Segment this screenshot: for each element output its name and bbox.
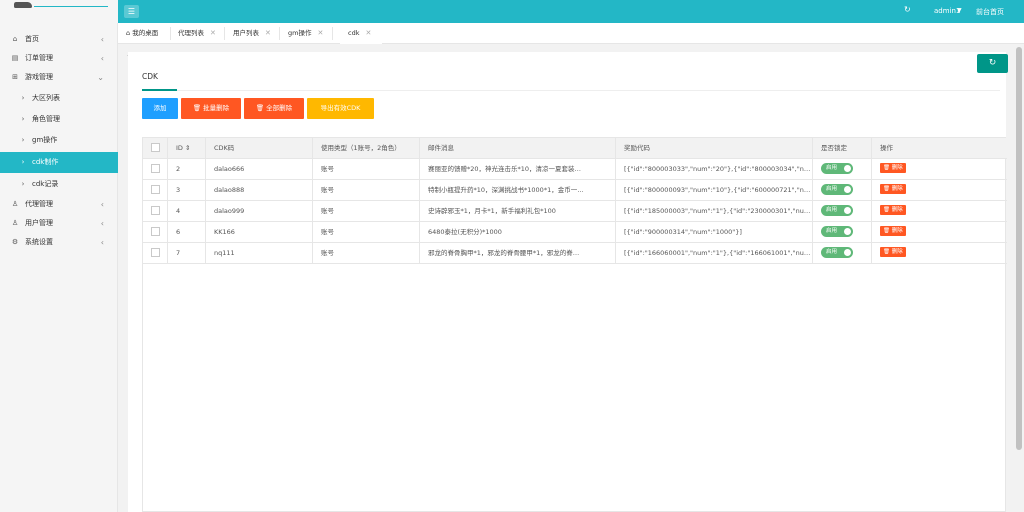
- sidebar-item-settings[interactable]: ⚙ 系统设置 ‹: [0, 232, 118, 253]
- row-checkbox[interactable]: [151, 247, 160, 257]
- top-header: ☰ ↻ admin1 ▼ 前台首页: [0, 0, 1024, 23]
- sidebar-item-regions[interactable]: › 大区列表: [0, 88, 118, 109]
- lock-toggle[interactable]: 启用: [821, 162, 853, 174]
- lock-toggle[interactable]: 启用: [821, 183, 853, 195]
- tab-user-list[interactable]: 用户列表 ✕: [233, 23, 271, 44]
- chevron-right-icon: ›: [21, 180, 25, 188]
- row-checkbox[interactable]: [151, 205, 160, 215]
- cdk-table: ID ⇕ CDK码 使用类型（1账号，2角色） 邮件消息 奖励代码 是否锁定 操…: [142, 137, 1007, 512]
- close-icon[interactable]: ✕: [365, 29, 371, 37]
- sidebar-item-users[interactable]: ♙ 用户管理 ‹: [0, 213, 118, 234]
- game-icon: ⊞: [12, 73, 18, 81]
- tab-desktop[interactable]: ⌂ 我的桌面: [126, 23, 158, 44]
- lock-toggle[interactable]: 启用: [821, 225, 853, 237]
- chevron-left-icon: ‹: [100, 200, 104, 209]
- refresh-button[interactable]: ↻: [977, 54, 1008, 73]
- chevron-right-icon: ›: [21, 115, 25, 123]
- sidebar-item-orders[interactable]: ▤ 订单管理 ‹: [0, 48, 118, 69]
- row-checkbox[interactable]: [151, 163, 160, 173]
- lock-toggle[interactable]: 启用: [821, 246, 853, 258]
- chevron-left-icon: ‹: [100, 238, 104, 247]
- table-header: ID ⇕ CDK码 使用类型（1账号，2角色） 邮件消息 奖励代码 是否锁定 操…: [143, 138, 1007, 159]
- table-row: 3 dalao888 账号 特制小瓶提升药*10，深渊挑战书*1000*1，金币…: [143, 180, 1007, 201]
- menu-icon[interactable]: ☰: [124, 5, 139, 18]
- sidebar-item-cdk-log[interactable]: › cdk记录: [0, 174, 118, 195]
- table-row: 6 KK166 账号 6480泰拉(无积分)*1000 [{"id":"9000…: [143, 222, 1007, 243]
- delete-button[interactable]: 🗑 删除: [880, 163, 906, 173]
- home-icon: ⌂: [12, 35, 18, 43]
- select-all-checkbox[interactable]: [151, 142, 160, 152]
- close-icon[interactable]: ✕: [210, 29, 216, 37]
- sidebar-item-cdk-make[interactable]: › cdk制作: [0, 152, 118, 173]
- trash-icon: 🗑: [192, 104, 204, 112]
- user-icon: ♙: [11, 219, 19, 227]
- close-icon[interactable]: ✕: [317, 29, 323, 37]
- chevron-right-icon: ›: [21, 94, 25, 102]
- table-row: 7 nq111 账号 邪龙的脊骨胸甲*1，邪龙的脊骨腰甲*1，邪龙的脊… [{"…: [143, 243, 1007, 264]
- refresh-icon[interactable]: ↻: [904, 5, 911, 14]
- cdk-panel: CDK 添加 🗑 批量删除 🗑 全部删除 导出有效CDK ID ⇕ CDK码 使…: [128, 52, 1007, 512]
- batch-delete-button[interactable]: 🗑 批量删除: [181, 98, 241, 119]
- chevron-left-icon: ‹: [100, 219, 104, 228]
- sidebar-item-gm[interactable]: › gm操作: [0, 130, 118, 151]
- row-checkbox[interactable]: [151, 226, 160, 236]
- order-icon: ▤: [11, 54, 19, 62]
- tab-cdk[interactable]: cdk ✕: [340, 23, 382, 44]
- export-cdk-button[interactable]: 导出有效CDK: [307, 98, 374, 119]
- table-row: 4 dalao999 账号 史诗辟邪玉*1，月卡*1，新手福利礼包*100 [{…: [143, 201, 1007, 222]
- car-logo-icon: [14, 2, 32, 8]
- add-button[interactable]: 添加: [142, 98, 178, 119]
- front-page-link[interactable]: 前台首页: [976, 7, 1004, 17]
- row-checkbox[interactable]: [151, 184, 160, 194]
- close-icon[interactable]: ✕: [265, 29, 271, 37]
- delete-button[interactable]: 🗑 删除: [880, 226, 906, 236]
- chevron-down-icon: ⌄: [97, 73, 104, 82]
- chevron-right-icon: ›: [21, 136, 25, 144]
- table-row: 2 dalao666 账号 赛丽亚的馈赠*20，神光连击乐*10，清凉一夏套装……: [143, 159, 1007, 180]
- tab-cdk-inner[interactable]: CDK: [142, 72, 158, 81]
- settings-icon: ⚙: [11, 238, 19, 246]
- delete-button[interactable]: 🗑 删除: [880, 247, 906, 257]
- delete-all-button[interactable]: 🗑 全部删除: [244, 98, 304, 119]
- main-content: 首页 CDK 添加 🗑 批量删除 🗑 全部删除 导出有效CDK ID ⇕ CDK…: [118, 44, 1024, 512]
- tab-bar: ⌂ 我的桌面 代理列表 ✕ 用户列表 ✕ gm操作 ✕ cdk ✕: [118, 23, 1024, 44]
- chevron-left-icon: ‹: [100, 54, 104, 63]
- logo: [0, 0, 118, 23]
- sidebar: ⌂ 首页 ‹ ▤ 订单管理 ‹ ⊞ 游戏管理 ⌄ › 大区列表 › 角色管理 ›…: [0, 23, 118, 512]
- lock-toggle[interactable]: 启用: [821, 204, 853, 216]
- refresh-icon: ↻: [988, 58, 997, 68]
- sidebar-item-home[interactable]: ⌂ 首页 ‹: [0, 29, 118, 50]
- sort-icon[interactable]: ⇕: [185, 144, 190, 152]
- agent-icon: ♙: [11, 200, 19, 208]
- tab-agent-list[interactable]: 代理列表 ✕: [178, 23, 216, 44]
- sidebar-item-games[interactable]: ⊞ 游戏管理 ⌄: [0, 67, 118, 88]
- tab-gm[interactable]: gm操作 ✕: [288, 23, 323, 44]
- delete-button[interactable]: 🗑 删除: [880, 205, 906, 215]
- chevron-right-icon: ›: [21, 158, 25, 166]
- chevron-left-icon: ‹: [100, 35, 104, 44]
- scrollbar[interactable]: [1016, 47, 1022, 450]
- delete-button[interactable]: 🗑 删除: [880, 184, 906, 194]
- sidebar-item-agents[interactable]: ♙ 代理管理 ‹: [0, 194, 118, 215]
- caret-down-icon[interactable]: ▼: [957, 7, 962, 14]
- sidebar-item-roles[interactable]: › 角色管理: [0, 109, 118, 130]
- trash-icon: 🗑: [255, 104, 267, 112]
